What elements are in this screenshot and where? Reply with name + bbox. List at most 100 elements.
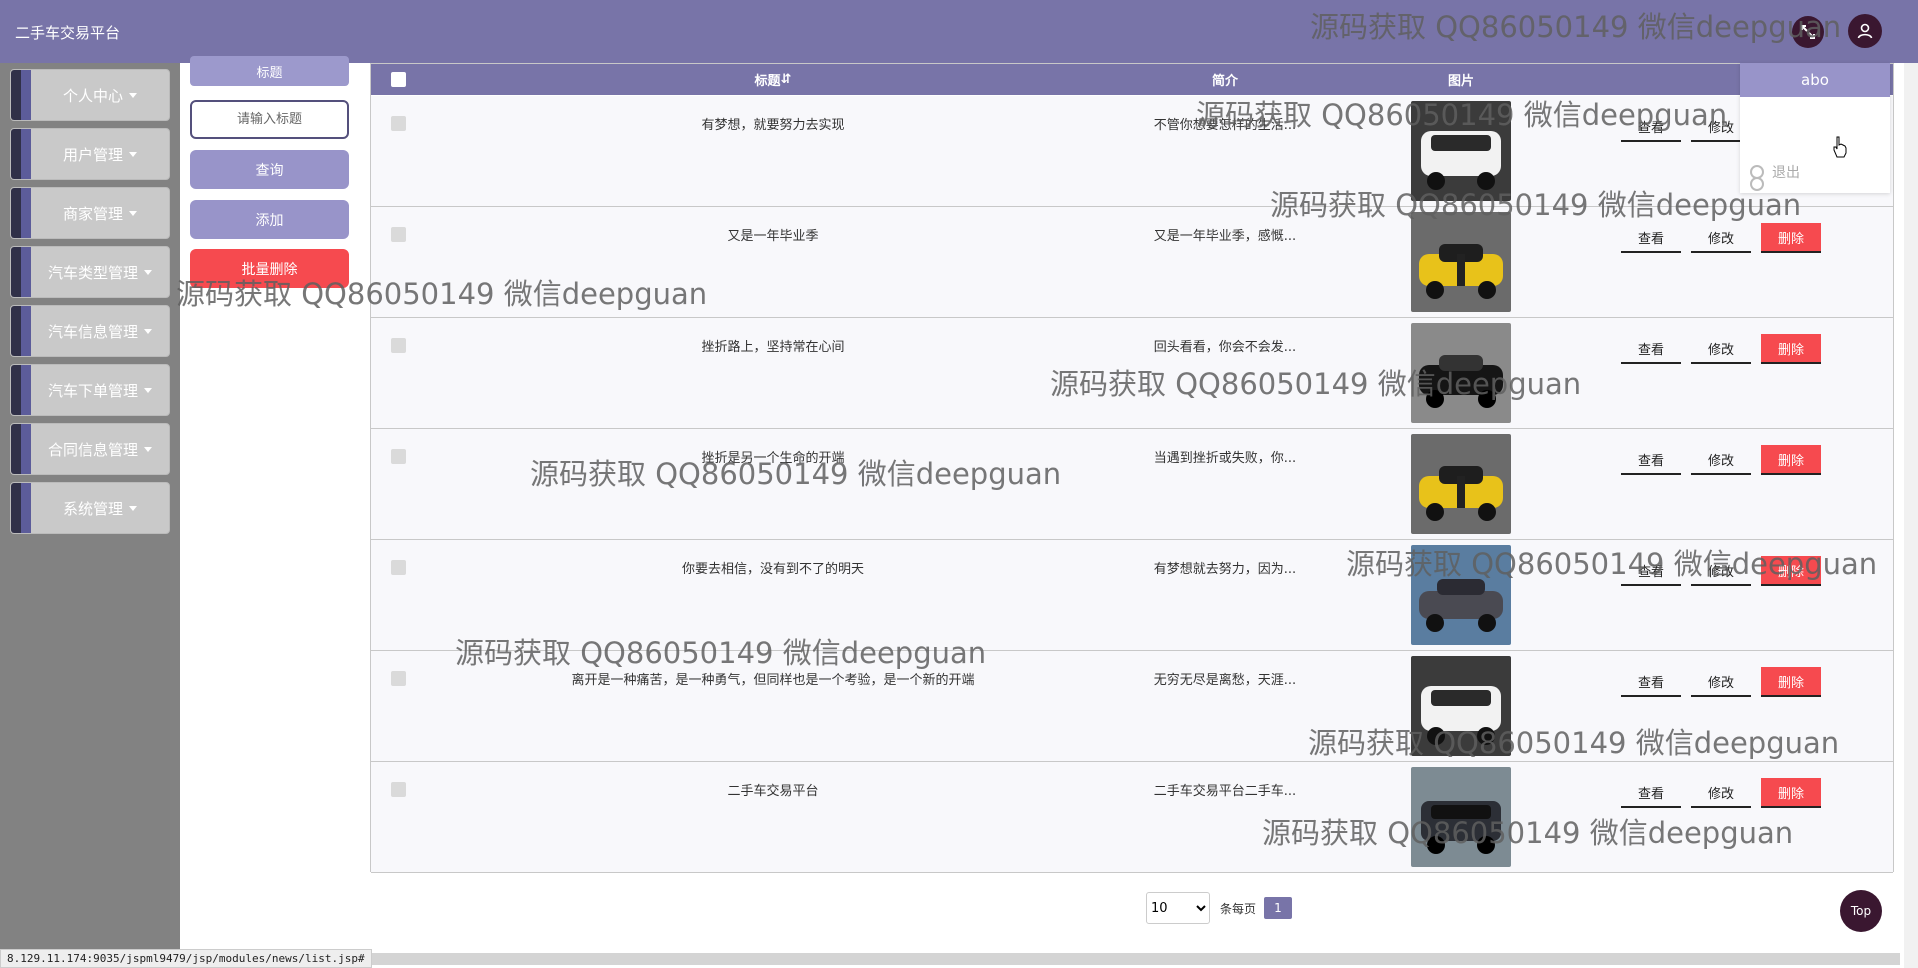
table-row: 你要去相信，没有到不了的明天 有梦想就去努力，因为... 查看 修改 删除 bbox=[371, 540, 1893, 651]
cell-title: 挫折是另一个生命的开端 bbox=[701, 451, 845, 466]
sidebar-item-merchant-management[interactable]: 商家管理 bbox=[10, 187, 170, 239]
username-label: abo bbox=[1740, 63, 1890, 97]
view-button[interactable]: 查看 bbox=[1621, 445, 1681, 475]
edit-button[interactable]: 修改 bbox=[1691, 334, 1751, 364]
car-image bbox=[1411, 545, 1511, 645]
sidebar-item-contract-management[interactable]: 合同信息管理 bbox=[10, 423, 170, 475]
cell-brief: 当遇到挫折或失败，你... bbox=[1153, 451, 1297, 466]
search-panel bbox=[180, 63, 370, 968]
page-size-select[interactable]: 10 bbox=[1146, 892, 1210, 924]
sidebar-item-label: 系统管理 bbox=[62, 499, 123, 518]
add-button[interactable]: 添加 bbox=[190, 200, 349, 239]
row-checkbox[interactable] bbox=[391, 449, 406, 464]
sidebar-item-accent bbox=[11, 483, 21, 533]
edit-button[interactable]: 修改 bbox=[1691, 223, 1751, 253]
user-dropdown-menu: abo 退出 bbox=[1740, 63, 1890, 193]
sidebar-item-car-type-management[interactable]: 汽车类型管理 bbox=[10, 246, 170, 298]
delete-button[interactable]: 删除 bbox=[1761, 334, 1821, 364]
sidebar-item-personal-center[interactable]: 个人中心 bbox=[10, 69, 170, 121]
view-button[interactable]: 查看 bbox=[1621, 778, 1681, 808]
sidebar-item-accent bbox=[21, 365, 31, 415]
car-image bbox=[1411, 767, 1511, 867]
view-button[interactable]: 查看 bbox=[1621, 667, 1681, 697]
query-button[interactable]: 查询 bbox=[190, 150, 349, 189]
car-thumbnail[interactable] bbox=[1411, 545, 1511, 645]
sidebar-item-user-management[interactable]: 用户管理 bbox=[10, 128, 170, 180]
table-row: 离开是一种痛苦，是一种勇气，但同样也是一个考验，是一个新的开端 无穷无尽是离愁，天… bbox=[371, 651, 1893, 762]
column-header-brief: 简介 bbox=[1211, 74, 1238, 89]
delete-button[interactable]: 删除 bbox=[1761, 445, 1821, 475]
view-button[interactable]: 查看 bbox=[1621, 334, 1681, 364]
fullscreen-button[interactable] bbox=[1792, 16, 1824, 48]
cell-title: 离开是一种痛苦，是一种勇气，但同样也是一个考验，是一个新的开端 bbox=[571, 673, 975, 688]
row-checkbox[interactable] bbox=[391, 116, 406, 131]
caret-down-icon bbox=[144, 269, 152, 275]
delete-button[interactable]: 删除 bbox=[1761, 778, 1821, 808]
table-row: 有梦想，就要努力去实现不管你想要怎样的生活...查看修改删除 bbox=[371, 96, 1893, 207]
car-thumbnail[interactable] bbox=[1411, 767, 1511, 867]
sidebar-item-accent bbox=[21, 188, 31, 238]
sidebar-item-text: 汽车下单管理 bbox=[31, 365, 169, 415]
row-checkbox[interactable] bbox=[391, 560, 406, 575]
cell-brief: 有梦想就去努力，因为... bbox=[1153, 562, 1297, 577]
delete-button[interactable]: 删除 bbox=[1761, 667, 1821, 697]
car-thumbnail[interactable] bbox=[1411, 656, 1511, 756]
caret-down-icon bbox=[129, 210, 137, 216]
sidebar-item-accent bbox=[21, 247, 31, 297]
sidebar-item-car-info-management[interactable]: 汽车信息管理 bbox=[10, 305, 170, 357]
sidebar-item-text: 汽车类型管理 bbox=[31, 247, 169, 297]
column-header-title[interactable]: 标题 ⇵ bbox=[411, 64, 1135, 95]
title-search-input[interactable] bbox=[190, 100, 349, 139]
sidebar-item-accent bbox=[11, 129, 21, 179]
view-button[interactable]: 查看 bbox=[1621, 112, 1681, 142]
table-row: 二手车交易平台 二手车交易平台二手车... 查看 修改 删除 bbox=[371, 762, 1893, 873]
cell-title: 挫折路上，坚持常在心间 bbox=[701, 340, 845, 355]
sidebar-item-text: 汽车信息管理 bbox=[31, 306, 169, 356]
sidebar-item-accent bbox=[11, 70, 21, 120]
logout-menu-item[interactable]: 退出 bbox=[1750, 159, 1800, 185]
sidebar-item-accent bbox=[21, 424, 31, 474]
column-header-image: 图片 bbox=[1447, 74, 1474, 89]
car-image bbox=[1411, 434, 1511, 534]
power-icon bbox=[1750, 165, 1764, 179]
edit-button[interactable]: 修改 bbox=[1691, 556, 1751, 586]
batch-delete-button[interactable]: 批量删除 bbox=[190, 249, 349, 288]
edit-button[interactable]: 修改 bbox=[1691, 667, 1751, 697]
sidebar-item-car-order-management[interactable]: 汽车下单管理 bbox=[10, 364, 170, 416]
row-checkbox[interactable] bbox=[391, 227, 406, 242]
car-thumbnail[interactable] bbox=[1411, 101, 1511, 201]
caret-down-icon bbox=[129, 151, 137, 157]
caret-down-icon bbox=[129, 92, 137, 98]
page-number-current[interactable]: 1 bbox=[1264, 897, 1292, 919]
caret-down-icon bbox=[144, 328, 152, 334]
row-checkbox[interactable] bbox=[391, 671, 406, 686]
row-checkbox[interactable] bbox=[391, 338, 406, 353]
select-all-checkbox[interactable] bbox=[391, 72, 406, 87]
cell-brief: 不管你想要怎样的生活... bbox=[1153, 118, 1297, 133]
cell-brief: 又是一年毕业季，感慨... bbox=[1153, 229, 1297, 244]
car-image bbox=[1411, 212, 1511, 312]
view-button[interactable]: 查看 bbox=[1621, 556, 1681, 586]
car-thumbnail[interactable] bbox=[1411, 212, 1511, 312]
cell-title: 有梦想，就要努力去实现 bbox=[701, 118, 845, 133]
cell-title: 二手车交易平台 bbox=[727, 784, 819, 799]
sidebar-item-text: 商家管理 bbox=[31, 188, 169, 238]
sidebar-item-accent bbox=[11, 188, 21, 238]
row-checkbox[interactable] bbox=[391, 782, 406, 797]
back-to-top-button[interactable]: Top bbox=[1840, 890, 1882, 932]
vertical-scrollbar[interactable] bbox=[1904, 63, 1918, 968]
user-avatar-button[interactable] bbox=[1848, 14, 1882, 48]
car-image bbox=[1411, 656, 1511, 756]
delete-button[interactable]: 删除 bbox=[1761, 556, 1821, 586]
cell-brief: 无穷无尽是离愁，天涯... bbox=[1153, 673, 1297, 688]
horizontal-scrollbar[interactable] bbox=[340, 953, 1900, 965]
top-bar: 二手车交易平台 bbox=[0, 0, 1918, 63]
edit-button[interactable]: 修改 bbox=[1691, 445, 1751, 475]
car-thumbnail[interactable] bbox=[1411, 434, 1511, 534]
view-button[interactable]: 查看 bbox=[1621, 223, 1681, 253]
sidebar-item-system-management[interactable]: 系统管理 bbox=[10, 482, 170, 534]
sidebar-item-label: 商家管理 bbox=[62, 204, 123, 223]
edit-button[interactable]: 修改 bbox=[1691, 778, 1751, 808]
car-thumbnail[interactable] bbox=[1411, 323, 1511, 423]
delete-button[interactable]: 删除 bbox=[1761, 223, 1821, 253]
